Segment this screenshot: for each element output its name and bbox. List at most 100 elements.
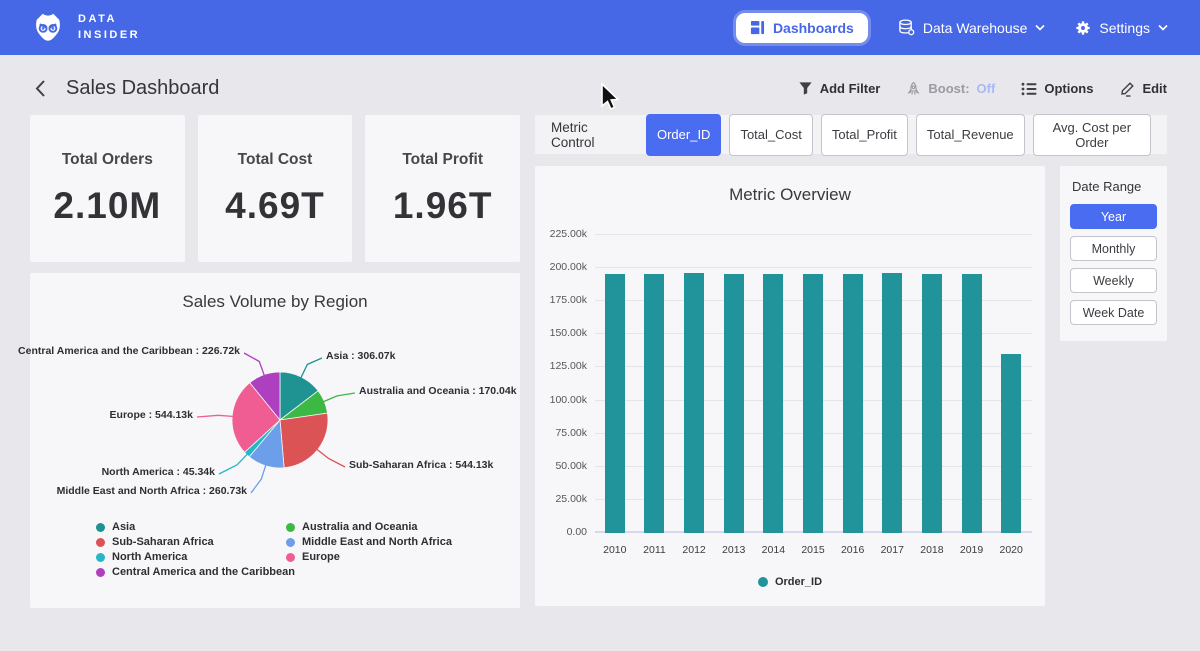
gear-icon	[1075, 20, 1091, 36]
date-range-button-year[interactable]: Year	[1070, 204, 1157, 229]
legend-item-australia-and-oceania[interactable]: Australia and Oceania	[286, 521, 418, 533]
legend-dot	[96, 538, 105, 547]
legend-label: Asia	[112, 521, 135, 533]
pie-slice-sub-saharan-africa[interactable]	[280, 413, 328, 468]
x-axis-tick: 2014	[762, 544, 785, 556]
rocket-icon	[906, 81, 921, 97]
bar-2019[interactable]	[962, 274, 982, 533]
y-axis-tick: 75.00k	[537, 427, 587, 439]
pie-label-europe: Europe : 544.13k	[110, 409, 193, 421]
metric-button-avg-cost-per-order[interactable]: Avg. Cost per Order	[1033, 114, 1151, 156]
bar-2014[interactable]	[763, 274, 783, 533]
x-axis-tick: 2012	[682, 544, 705, 556]
y-axis-tick: 0.00	[537, 526, 587, 538]
pie-callout-line	[244, 353, 265, 377]
legend-label: Central America and the Caribbean	[112, 566, 295, 578]
legend-label: Middle East and North Africa	[302, 536, 452, 548]
x-axis-tick: 2018	[920, 544, 943, 556]
pie-callout-line	[251, 464, 266, 493]
database-icon	[898, 19, 915, 36]
legend-item-north-america[interactable]: North America	[96, 551, 187, 563]
y-axis-tick: 175.00k	[537, 294, 587, 306]
metric-button-total-profit[interactable]: Total_Profit	[821, 114, 908, 156]
navbar: DATA INSIDER Dashboards	[0, 0, 1200, 55]
owl-logo-icon	[30, 10, 66, 46]
pie-callout-line	[219, 453, 248, 474]
kpi-value: 4.69T	[225, 185, 325, 227]
edit-button[interactable]: Edit	[1119, 81, 1167, 97]
legend-dot	[96, 568, 105, 577]
metric-button-total-cost[interactable]: Total_Cost	[729, 114, 812, 156]
metric-button-total-revenue[interactable]: Total_Revenue	[916, 114, 1025, 156]
gridline	[595, 267, 1032, 268]
legend-item-central-america-and-the-caribbean[interactable]: Central America and the Caribbean	[96, 566, 295, 578]
y-axis-tick: 125.00k	[537, 360, 587, 372]
legend-item-sub-saharan-africa[interactable]: Sub-Saharan Africa	[96, 536, 214, 548]
pie-callout-line	[316, 449, 345, 467]
kpi-value: 1.96T	[393, 185, 493, 227]
date-range-button-week-date[interactable]: Week Date	[1070, 300, 1157, 325]
legend-item-middle-east-and-north-africa[interactable]: Middle East and North Africa	[286, 536, 452, 548]
bar-2015[interactable]	[803, 274, 823, 533]
kpi-label: Total Cost	[238, 151, 313, 169]
bar-2017[interactable]	[882, 273, 902, 533]
bar-2011[interactable]	[644, 274, 664, 533]
date-range-button-weekly[interactable]: Weekly	[1070, 268, 1157, 293]
bar-2016[interactable]	[843, 274, 863, 533]
legend-dot	[286, 523, 295, 532]
y-axis-tick: 200.00k	[537, 261, 587, 273]
nav-data-warehouse[interactable]: Data Warehouse	[898, 19, 1046, 36]
chevron-left-icon	[34, 79, 46, 98]
chevron-down-icon	[1158, 24, 1168, 31]
y-axis-tick: 100.00k	[537, 394, 587, 406]
bar-2010[interactable]	[605, 274, 625, 533]
filter-funnel-icon	[798, 81, 813, 96]
bar-2020[interactable]	[1001, 354, 1021, 533]
legend-item-asia[interactable]: Asia	[96, 521, 135, 533]
y-axis-tick: 225.00k	[537, 228, 587, 240]
add-filter-button[interactable]: Add Filter	[798, 81, 881, 96]
brand-logo[interactable]: DATA INSIDER	[30, 10, 140, 46]
legend-item-order-id[interactable]: Order_ID	[758, 576, 822, 588]
x-axis-tick: 2016	[841, 544, 864, 556]
options-button[interactable]: Options	[1021, 81, 1093, 96]
pie-label-australia-and-oceania: Australia and Oceania : 170.04k	[359, 385, 517, 397]
kpi-label: Total Orders	[62, 151, 153, 169]
list-options-icon	[1021, 82, 1037, 96]
bar-chart-card: Metric Overview 0.0025.00k50.00k75.00k10…	[535, 166, 1045, 606]
metric-button-order-id[interactable]: Order_ID	[646, 114, 721, 156]
pie-chart-card: Sales Volume by Region Asia : 306.07kAus…	[30, 273, 520, 608]
kpi-value: 2.10M	[53, 185, 161, 227]
bar-2012[interactable]	[684, 273, 704, 533]
pie-label-middle-east-and-north-africa: Middle East and North Africa : 260.73k	[57, 485, 247, 497]
pie-callout-line	[300, 358, 322, 379]
legend-item-europe[interactable]: Europe	[286, 551, 340, 563]
bar-2013[interactable]	[724, 274, 744, 533]
x-axis-tick: 2020	[999, 544, 1022, 556]
back-button[interactable]	[30, 79, 50, 98]
legend-dot	[286, 553, 295, 562]
legend-label: Europe	[302, 551, 340, 563]
kpi-row: Total Orders 2.10M Total Cost 4.69T Total Pr…	[30, 115, 520, 262]
x-axis-tick: 2017	[881, 544, 904, 556]
pie-label-sub-saharan-africa: Sub-Saharan Africa : 544.13k	[349, 459, 493, 471]
boost-toggle[interactable]: Boost: Off	[906, 81, 995, 97]
pencil-icon	[1119, 81, 1135, 97]
kpi-label: Total Profit	[402, 151, 483, 169]
date-range-button-monthly[interactable]: Monthly	[1070, 236, 1157, 261]
nav-settings[interactable]: Settings	[1075, 20, 1168, 36]
bar-2018[interactable]	[922, 274, 942, 533]
y-axis-tick: 25.00k	[537, 493, 587, 505]
kpi-card-total-profit: Total Profit 1.96T	[365, 115, 520, 262]
x-axis-tick: 2011	[643, 544, 666, 556]
legend-dot	[96, 523, 105, 532]
legend-label: Order_ID	[775, 576, 822, 588]
chevron-down-icon	[1035, 24, 1045, 31]
nav-dashboards-button[interactable]: Dashboards	[736, 13, 868, 43]
y-axis-tick: 50.00k	[537, 460, 587, 472]
x-axis-tick: 2015	[801, 544, 824, 556]
kpi-card-total-cost: Total Cost 4.69T	[198, 115, 353, 262]
page-title: Sales Dashboard	[66, 77, 219, 100]
bar-chart-plot-area: 0.0025.00k50.00k75.00k100.00k125.00k150.…	[595, 235, 1031, 533]
legend-dot	[96, 553, 105, 562]
